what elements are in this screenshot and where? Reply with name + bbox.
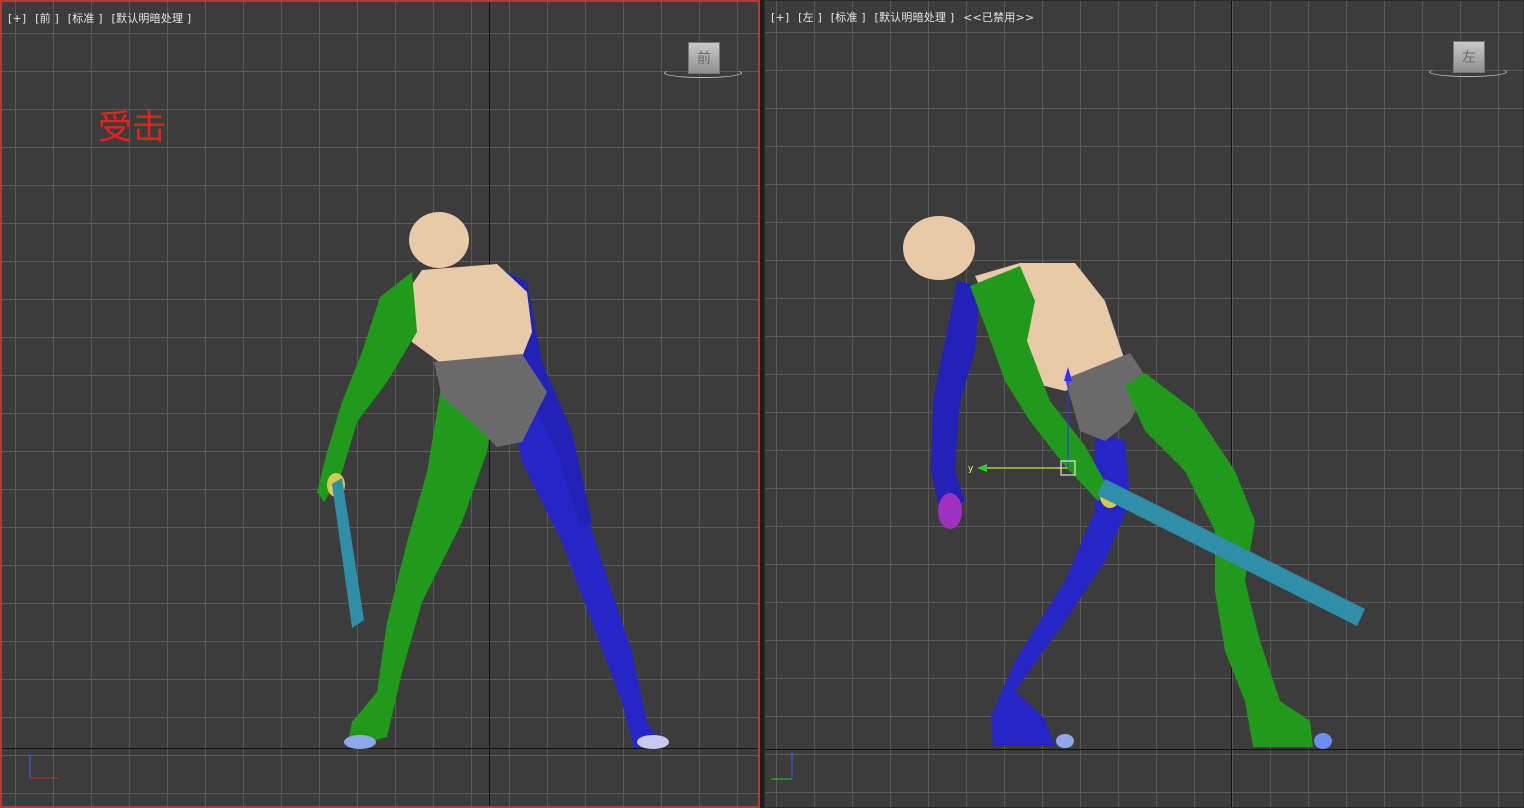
left-character-render[interactable]: y: [765, 1, 1523, 807]
front-viewport[interactable]: [+] [前 ] [标准 ] [默认明暗处理 ] 受击 前: [0, 0, 760, 808]
axis-tripod-icon: [771, 753, 793, 780]
gizmo-axis-label: y: [968, 464, 974, 474]
left-viewport[interactable]: [+] [左 ] [标准 ] [默认明暗处理 ] <<已禁用>> 左 y: [764, 0, 1524, 808]
front-character-render[interactable]: [2, 2, 760, 808]
axis-tripod-icon: [29, 754, 58, 779]
